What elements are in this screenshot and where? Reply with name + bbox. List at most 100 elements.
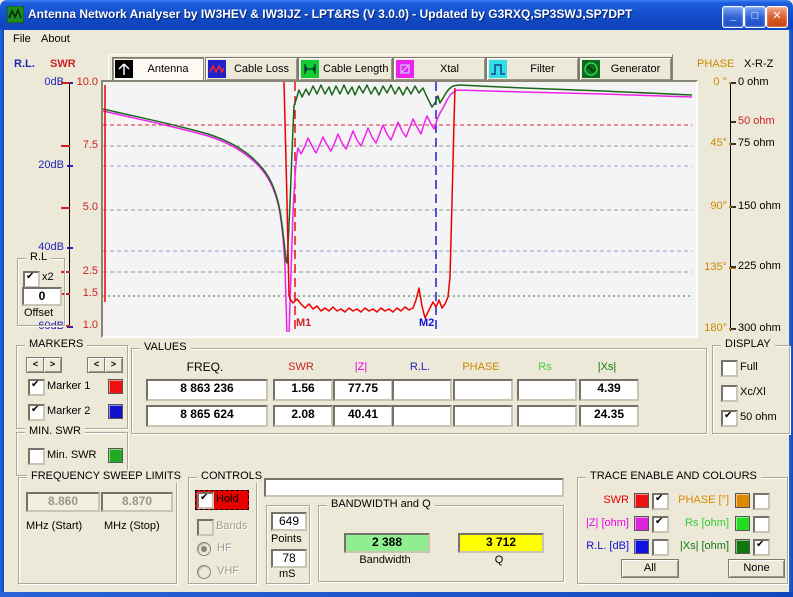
- hold-control[interactable]: Hold: [195, 490, 249, 510]
- tab-filter[interactable]: Filter: [486, 57, 579, 81]
- rl-x2-checkbox[interactable]: [23, 271, 40, 288]
- xrz-axis-header: X-R-Z: [744, 58, 773, 71]
- title-bar: Antenna Network Analyser by IW3HEV & IW3…: [0, 0, 793, 30]
- vhf-radio[interactable]: [197, 565, 211, 579]
- bands-checkbox[interactable]: [197, 519, 214, 536]
- axis-tick-swr-7-5: 7.5: [72, 139, 98, 152]
- window-border-right: [789, 28, 793, 593]
- cable-length-icon: [301, 60, 319, 78]
- values-m1-freq[interactable]: 8 863 236: [146, 379, 268, 401]
- tab-cable-length[interactable]: Cable Length: [298, 57, 393, 81]
- points-label: Points: [271, 533, 302, 546]
- minimize-button[interactable]: _: [722, 6, 744, 28]
- rl-x2-label: x2: [42, 271, 54, 284]
- min-swr-checkbox[interactable]: [28, 448, 45, 465]
- vhf-label: VHF: [217, 565, 239, 578]
- marker2-color-swatch[interactable]: [108, 404, 123, 419]
- trace-rl-color-swatch[interactable]: [634, 539, 649, 554]
- cable-loss-icon: [208, 60, 226, 78]
- trace-xs-color-swatch[interactable]: [735, 539, 750, 554]
- values-header-swr: SWR: [273, 361, 329, 374]
- hf-radio[interactable]: [197, 542, 211, 556]
- marker1-right-button[interactable]: >: [43, 357, 62, 373]
- values-header-xs: |Xs|: [579, 361, 635, 374]
- trace-z-label: |Z| [ohm]: [579, 517, 629, 530]
- tab-generator[interactable]: Generator: [579, 57, 672, 81]
- chart-canvas[interactable]: M1 M2: [101, 80, 698, 338]
- values-m1-z: 77.75: [333, 379, 393, 401]
- trace-xs-checkbox[interactable]: [753, 539, 770, 556]
- points-box: 649 Points 78 mS: [266, 505, 310, 584]
- trace-phase-color-swatch[interactable]: [735, 493, 750, 508]
- tab-generator-label: Generator: [600, 63, 671, 75]
- values-header-rl: R.L.: [392, 361, 448, 374]
- xtal-icon: [396, 60, 414, 78]
- marker2-right-button[interactable]: >: [104, 357, 123, 373]
- axis-tick-300ohm: 300 ohm: [738, 322, 786, 335]
- min-swr-box-title: MIN. SWR: [25, 425, 85, 438]
- tab-filter-label: Filter: [507, 63, 578, 75]
- values-m1-rs: [517, 379, 577, 401]
- sweep-stop-input[interactable]: 8.870: [101, 492, 173, 512]
- controls-box: CONTROLS Hold Bands HF VHF: [188, 477, 257, 584]
- values-box-title: VALUES: [140, 341, 191, 354]
- command-input[interactable]: [264, 478, 564, 497]
- marker1-checkbox[interactable]: [28, 379, 45, 396]
- display-xcxl-checkbox[interactable]: [721, 385, 738, 402]
- marker1-color-swatch[interactable]: [108, 379, 123, 394]
- trace-z-color-swatch[interactable]: [634, 516, 649, 531]
- min-swr-color-swatch[interactable]: [108, 448, 123, 463]
- values-m2-freq[interactable]: 8 865 624: [146, 405, 268, 427]
- axis-tick-swr-1: 1.0: [72, 319, 98, 332]
- trace-rs-color-swatch[interactable]: [735, 516, 750, 531]
- display-box-title: DISPLAY: [721, 338, 775, 351]
- display-full-label: Full: [740, 361, 758, 374]
- points-input[interactable]: 649: [271, 512, 307, 531]
- trace-all-button[interactable]: All: [621, 559, 679, 578]
- trace-swr-color-swatch[interactable]: [634, 493, 649, 508]
- values-m2-swr: 2.08: [273, 405, 333, 427]
- trace-phase-checkbox[interactable]: [753, 493, 770, 510]
- values-m1-swr: 1.56: [273, 379, 333, 401]
- app-icon: [7, 6, 24, 23]
- tab-cable-loss[interactable]: Cable Loss: [205, 57, 298, 81]
- display-full-checkbox[interactable]: [721, 360, 738, 377]
- axis-tick-phase-135: 135°: [697, 261, 727, 274]
- display-50ohm-checkbox[interactable]: [721, 410, 738, 427]
- menu-about[interactable]: About: [37, 32, 74, 46]
- menu-file[interactable]: File: [9, 32, 35, 46]
- markers-box: MARKERS < > < > Marker 1 Marker 2: [16, 345, 128, 429]
- swr-axis-header: SWR: [50, 58, 76, 71]
- sweep-limits-box: FREQUENCY SWEEP LIMITS 8.860 8.870 MHz (…: [18, 477, 177, 584]
- axis-tick-phase-180: 180°: [697, 322, 727, 335]
- values-header-phase: PHASE: [453, 361, 509, 374]
- tab-cable-length-label: Cable Length: [319, 63, 392, 75]
- marker2-checkbox[interactable]: [28, 404, 45, 421]
- tab-xtal[interactable]: Xtal: [393, 57, 486, 81]
- axis-tick-0db: 0dB: [30, 76, 64, 89]
- trace-rs-label: Rs [ohm]: [667, 517, 729, 530]
- axis-tick-phase-90: 90°: [697, 200, 727, 213]
- sweep-start-input[interactable]: 8.860: [26, 492, 100, 512]
- trace-swr-label: SWR: [579, 494, 629, 507]
- axis-tick-swr-5: 5.0: [72, 201, 98, 214]
- values-header-rs: Rs: [517, 361, 573, 374]
- tab-antenna[interactable]: Antenna: [112, 57, 204, 81]
- close-button[interactable]: ✕: [766, 6, 788, 28]
- generator-icon: [582, 60, 600, 78]
- bandwidth-q-box: BANDWIDTH and Q 2 388 Bandwidth 3 712 Q: [318, 505, 564, 582]
- ms-input[interactable]: 78: [271, 549, 307, 568]
- rl-offset-input[interactable]: 0: [22, 287, 62, 306]
- ms-label: mS: [279, 568, 296, 581]
- values-m1-xs: 4.39: [579, 379, 639, 401]
- values-m1-rl: [392, 379, 452, 401]
- tab-antenna-label: Antenna: [133, 63, 203, 75]
- trace-none-button[interactable]: None: [728, 559, 785, 578]
- axis-tick-swr-10: 10.0: [72, 76, 98, 89]
- rl-offset-box: R.L x2 0 Offset: [17, 258, 65, 326]
- markers-box-title: MARKERS: [25, 338, 87, 351]
- maximize-button[interactable]: □: [744, 6, 766, 28]
- trace-rs-checkbox[interactable]: [753, 516, 770, 533]
- axis-tick-150ohm: 150 ohm: [738, 200, 786, 213]
- hold-checkbox[interactable]: [197, 492, 214, 509]
